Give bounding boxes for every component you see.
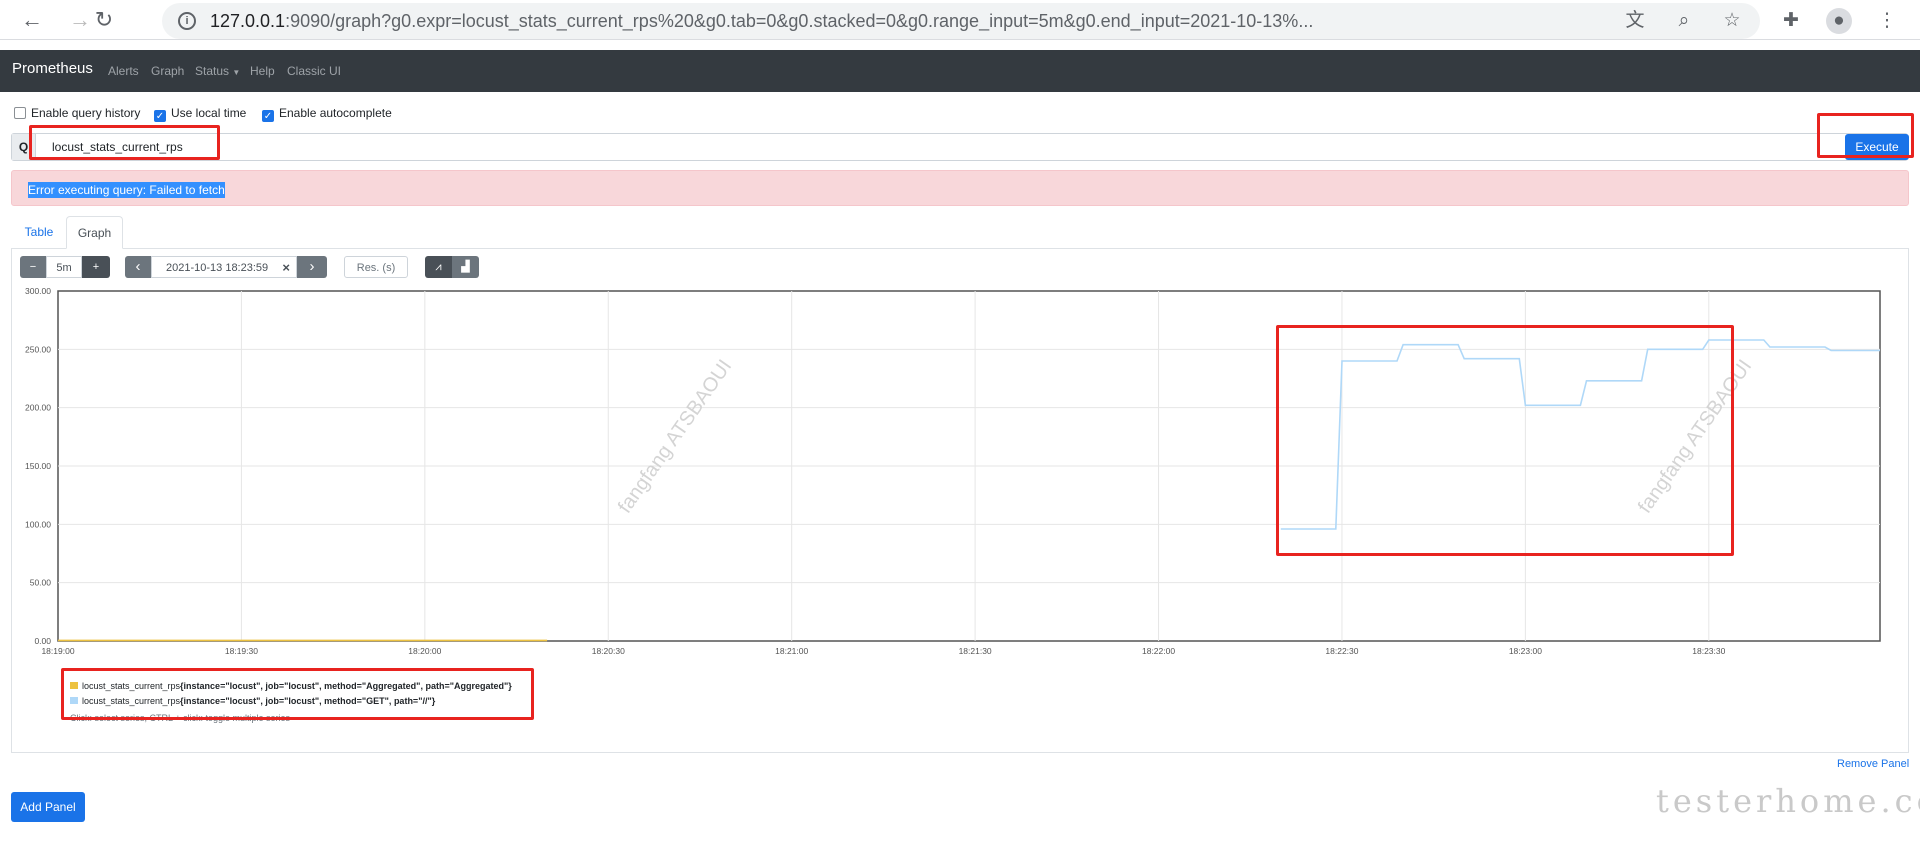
translate-icon[interactable]: 文 — [1622, 8, 1648, 34]
search-icon: Q — [12, 134, 36, 160]
range-input[interactable]: 5m — [46, 256, 82, 278]
legend-swatch — [70, 682, 78, 689]
url-path: :9090/graph?g0.expr=locust_stats_current… — [285, 11, 1314, 31]
watermark: testerhome.com — [1656, 782, 1920, 820]
prev-time-button[interactable]: ‹ — [125, 256, 151, 278]
clear-icon[interactable]: × — [282, 257, 290, 279]
resolution-input[interactable]: Res. (s) — [344, 256, 408, 278]
panel-tabs: Table Graph — [11, 216, 1909, 249]
nav-help[interactable]: Help — [250, 64, 275, 78]
range-decrease-button[interactable]: − — [20, 256, 46, 278]
nav-alerts[interactable]: Alerts — [108, 64, 139, 78]
checkbox-checked-icon[interactable]: ✓ — [154, 110, 166, 122]
legend-swatch — [70, 697, 78, 704]
error-message: Error executing query: Failed to fetch — [28, 182, 225, 198]
extensions-icon[interactable]: ✚ — [1778, 8, 1804, 34]
nav-graph[interactable]: Graph — [151, 64, 184, 78]
navbar: Prometheus Alerts Graph Status ▼ Help Cl… — [0, 50, 1920, 92]
nav-classic-ui[interactable]: Classic UI — [287, 64, 341, 78]
caret-down-icon: ▼ — [232, 68, 241, 77]
error-alert: Error executing query: Failed to fetch — [11, 170, 1909, 206]
end-time-input[interactable]: 2021-10-13 18:23:59 × — [151, 256, 297, 278]
reload-icon[interactable]: ↻ — [90, 6, 118, 34]
zoom-icon[interactable]: ⌕ — [1671, 8, 1697, 34]
stacked-chart-icon[interactable]: ▟ — [452, 256, 479, 278]
remove-panel-link[interactable]: Remove Panel — [1837, 758, 1909, 770]
legend-item-get[interactable]: locust_stats_current_rps{instance="locus… — [70, 696, 435, 708]
graph-panel — [11, 248, 1909, 753]
legend-hint: Click: select series, CTRL + click: togg… — [70, 713, 290, 723]
next-time-button[interactable]: › — [297, 256, 327, 278]
browser-toolbar: ← → ↻ i 127.0.0.1:9090/graph?g0.expr=loc… — [0, 0, 1920, 40]
star-icon[interactable]: ☆ — [1719, 8, 1745, 34]
profile-icon[interactable]: ● — [1826, 8, 1852, 34]
query-bar: Q locust_stats_current_rps — [11, 133, 1908, 161]
autocomplete-toggle[interactable]: ✓ Enable autocomplete — [262, 106, 392, 122]
execute-button[interactable]: Execute — [1845, 134, 1909, 160]
address-bar[interactable]: i 127.0.0.1:9090/graph?g0.expr=locust_st… — [162, 3, 1760, 39]
legend-item-aggregated[interactable]: locust_stats_current_rps{instance="locus… — [70, 681, 512, 693]
tab-table[interactable]: Table — [15, 216, 63, 249]
checkbox-checked-icon[interactable]: ✓ — [262, 110, 274, 122]
menu-icon[interactable]: ⋮ — [1874, 8, 1900, 34]
expression-input[interactable]: locust_stats_current_rps — [52, 140, 183, 154]
nav-status[interactable]: Status ▼ — [195, 64, 240, 78]
url-host: 127.0.0.1 — [210, 11, 286, 31]
query-history-toggle[interactable]: Enable query history — [14, 106, 140, 120]
add-panel-button[interactable]: Add Panel — [11, 792, 85, 822]
back-icon[interactable]: ← — [18, 6, 46, 34]
brand[interactable]: Prometheus — [12, 60, 93, 77]
local-time-toggle[interactable]: ✓ Use local time — [154, 106, 246, 122]
tab-graph[interactable]: Graph — [66, 216, 123, 249]
unstacked-chart-icon[interactable]: ⩘ — [425, 256, 452, 278]
range-increase-button[interactable]: + — [82, 256, 110, 278]
checkbox-icon[interactable] — [14, 107, 26, 119]
info-icon[interactable]: i — [178, 12, 196, 30]
